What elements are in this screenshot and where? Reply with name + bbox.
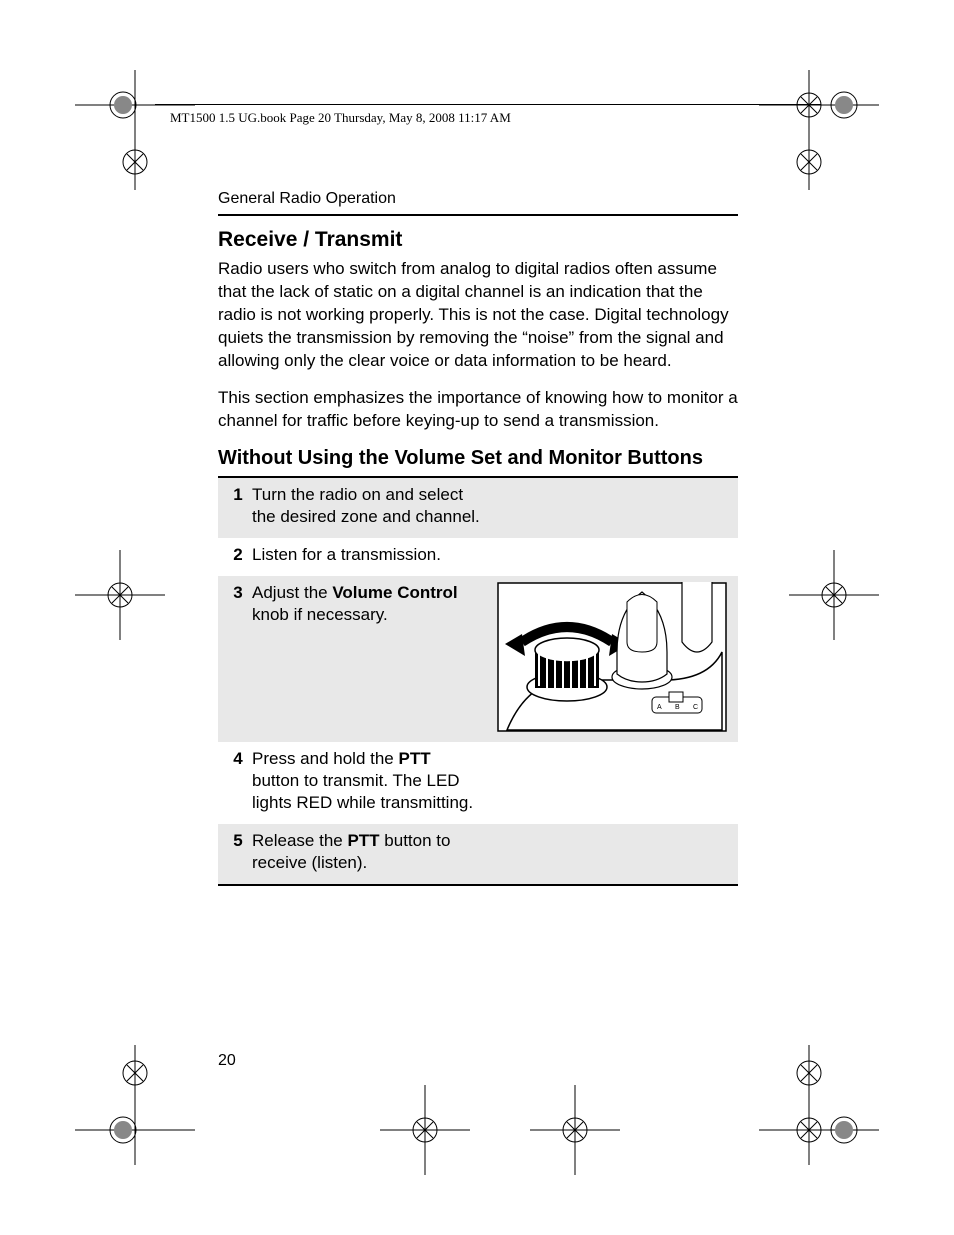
crop-mark-icon bbox=[759, 1045, 879, 1165]
section-label: General Radio Operation bbox=[218, 190, 738, 208]
step-row: 3 Adjust the Volume Control knob if nece… bbox=[218, 576, 738, 742]
step-row: 1 Turn the radio on and select the desir… bbox=[218, 478, 738, 538]
step-text-bold: PTT bbox=[398, 749, 430, 768]
crop-mark-icon bbox=[75, 1045, 195, 1165]
step-text-bold: PTT bbox=[347, 831, 379, 850]
step-text-post: button to transmit. The LED lights RED w… bbox=[252, 771, 473, 812]
crop-mark-icon bbox=[75, 550, 165, 640]
svg-text:A: A bbox=[657, 704, 662, 711]
crop-mark-icon bbox=[759, 70, 879, 190]
step-row: 2 Listen for a transmission. bbox=[218, 538, 738, 576]
step-text: Press and hold the PTT button to transmi… bbox=[252, 748, 492, 814]
step-text-bold: Volume Control bbox=[332, 583, 457, 602]
step-number: 1 bbox=[224, 484, 252, 528]
svg-text:C: C bbox=[693, 704, 698, 711]
paragraph-intro-2: This section emphasizes the importance o… bbox=[218, 387, 738, 433]
crop-mark-icon bbox=[530, 1085, 620, 1175]
crop-mark-icon bbox=[380, 1085, 470, 1175]
crop-mark-icon bbox=[75, 70, 195, 190]
steps-table: 1 Turn the radio on and select the desir… bbox=[218, 476, 738, 887]
step-text: Turn the radio on and select the desired… bbox=[252, 484, 492, 528]
step-text-post: knob if necessary. bbox=[252, 605, 388, 624]
step-row: 4 Press and hold the PTT button to trans… bbox=[218, 742, 738, 824]
step-text-pre: Adjust the bbox=[252, 583, 332, 602]
header-meta: MT1500 1.5 UG.book Page 20 Thursday, May… bbox=[170, 110, 511, 126]
step-number: 3 bbox=[224, 582, 252, 604]
page-number: 20 bbox=[218, 1052, 236, 1070]
step-text: Adjust the Volume Control knob if necess… bbox=[252, 582, 492, 626]
header-rule bbox=[155, 104, 821, 105]
step-number: 2 bbox=[224, 544, 252, 566]
step-text: Listen for a transmission. bbox=[252, 544, 732, 566]
svg-text:B: B bbox=[675, 704, 680, 711]
step-text: Release the PTT button to receive (liste… bbox=[252, 830, 492, 874]
page-body: General Radio Operation Receive / Transm… bbox=[218, 190, 738, 886]
step-number: 5 bbox=[224, 830, 252, 874]
step-number: 4 bbox=[224, 748, 252, 814]
crop-mark-icon bbox=[789, 550, 879, 640]
volume-knob-illustration: A B C bbox=[492, 582, 732, 732]
heading-without-volume: Without Using the Volume Set and Monitor… bbox=[218, 447, 738, 470]
step-text-pre: Release the bbox=[252, 831, 347, 850]
paragraph-intro-1: Radio users who switch from analog to di… bbox=[218, 258, 738, 373]
heading-receive-transmit: Receive / Transmit bbox=[218, 228, 738, 252]
step-row: 5 Release the PTT button to receive (lis… bbox=[218, 824, 738, 884]
section-rule bbox=[218, 214, 738, 216]
step-text-pre: Press and hold the bbox=[252, 749, 398, 768]
